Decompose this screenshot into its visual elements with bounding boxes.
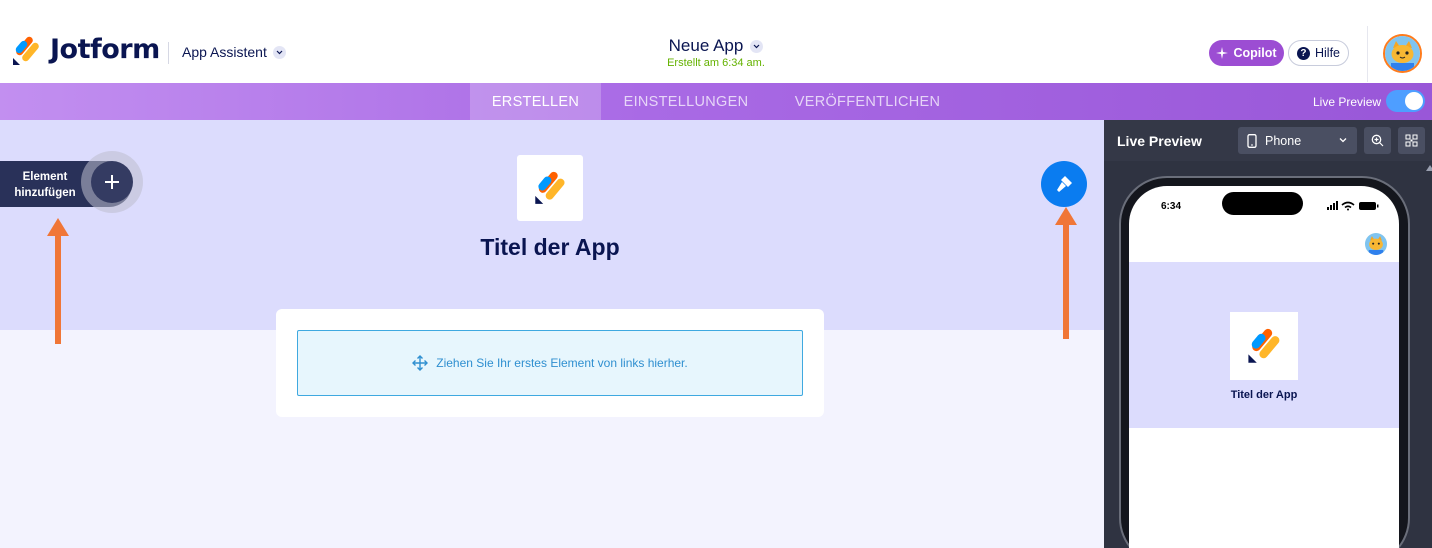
phone-icon — [1247, 133, 1257, 148]
help-button[interactable]: ? Hilfe — [1288, 40, 1349, 66]
cat-avatar-icon — [1385, 36, 1420, 71]
device-select[interactable]: Phone — [1238, 127, 1357, 154]
plus-icon[interactable] — [91, 161, 133, 203]
cat-avatar-icon — [1365, 233, 1387, 255]
app-designer-button[interactable] — [1041, 161, 1087, 207]
user-avatar[interactable] — [1383, 34, 1422, 73]
app-header-section[interactable] — [0, 120, 1104, 330]
phone-app-icon — [1230, 312, 1298, 380]
chevron-down-icon — [1339, 138, 1347, 143]
app-name-dropdown[interactable]: Neue App — [669, 36, 764, 56]
device-select-value: Phone — [1265, 133, 1302, 148]
top-header: Jotform App Assistent Neue App Erstellt … — [0, 0, 1432, 83]
jotform-app-icon — [1248, 328, 1280, 363]
move-icon — [412, 355, 429, 371]
live-preview-toggle[interactable] — [1386, 90, 1425, 112]
paint-roller-icon — [1057, 176, 1072, 192]
zoom-in-icon — [1371, 134, 1384, 147]
preview-scrollbar-up[interactable] — [1426, 165, 1432, 171]
tab-veroeffentlichen[interactable]: VERÖFFENTLICHEN — [771, 83, 964, 120]
add-element-label: Element hinzufügen — [14, 171, 76, 199]
annotation-arrow-shaft — [1063, 224, 1069, 339]
phone-dynamic-island — [1222, 192, 1303, 215]
annotation-arrow-head — [1055, 207, 1077, 225]
element-dropzone[interactable]: Ziehen Sie Ihr erstes Element von links … — [297, 330, 803, 396]
sparkle-icon — [1216, 47, 1229, 59]
qr-code-icon — [1405, 134, 1418, 147]
header-divider — [1367, 26, 1368, 82]
phone-clock: 6:34 — [1161, 201, 1182, 212]
qr-code-button[interactable] — [1398, 127, 1425, 154]
app-icon-placeholder[interactable] — [517, 155, 583, 221]
copilot-button[interactable]: Copilot — [1209, 40, 1284, 66]
jotform-app-icon — [535, 171, 565, 204]
phone-user-avatar[interactable] — [1365, 233, 1387, 255]
live-preview-title: Live Preview — [1117, 133, 1202, 149]
app-title[interactable]: Titel der App — [400, 234, 700, 261]
dropzone-text: Ziehen Sie Ihr erstes Element von links … — [436, 356, 688, 370]
toggle-knob — [1405, 92, 1423, 110]
annotation-arrow-head — [47, 218, 69, 236]
zoom-button[interactable] — [1364, 127, 1391, 154]
annotation-arrow-shaft — [55, 235, 61, 344]
help-label: Hilfe — [1314, 46, 1340, 60]
phone-status-icons — [1327, 201, 1379, 211]
live-preview-header: Live Preview Phone — [1104, 120, 1432, 161]
chevron-down-icon — [750, 39, 764, 53]
main-tabbar: ERSTELLEN EINSTELLUNGEN VERÖFFENTLICHEN — [0, 83, 1432, 120]
copilot-label: Copilot — [1233, 46, 1277, 60]
tab-erstellen[interactable]: ERSTELLEN — [470, 83, 601, 120]
app-name: Neue App — [668, 36, 744, 55]
live-preview-toggle-label: Live Preview — [1313, 95, 1382, 109]
phone-app-title: Titel der App — [1230, 389, 1298, 401]
tab-einstellungen[interactable]: EINSTELLUNGEN — [601, 83, 771, 120]
help-icon: ? — [1296, 46, 1310, 60]
